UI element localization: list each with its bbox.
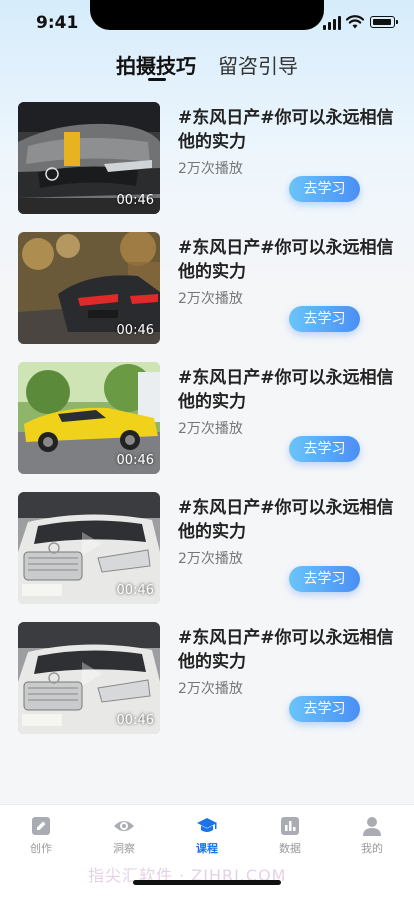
tabbar-item-mine[interactable]: 我的 [342,811,402,856]
video-title[interactable]: #东风日产#你可以永远相信他的实力 [178,496,400,544]
video-thumbnail[interactable]: 00:46 [18,102,160,214]
go-learn-button[interactable]: 去学习 [289,566,360,592]
video-card[interactable]: 00:46 #东风日产#你可以永远相信他的实力 2万次播放 去学习 [0,102,414,214]
video-duration: 00:46 [116,583,154,598]
go-learn-button[interactable]: 去学习 [289,176,360,202]
home-indicator [133,880,281,885]
video-duration: 00:46 [116,453,154,468]
battery-icon [370,16,398,28]
video-play-count: 2万次播放 [178,421,243,437]
eye-icon [114,821,134,831]
tab-active-indicator [148,78,166,81]
video-play-count: 2万次播放 [178,551,243,567]
chart-icon [281,817,299,835]
tab-shooting-tips[interactable]: 拍摄技巧 [116,50,196,79]
video-card[interactable]: 00:46 #东风日产#你可以永远相信他的实力 2万次播放 去学习 [0,622,414,734]
tab-lead-guidance[interactable]: 留咨引导 [218,50,298,79]
video-duration: 00:46 [116,713,154,728]
cellular-signal-icon [323,16,343,30]
video-play-count: 2万次播放 [178,681,243,697]
tabbar-item-create[interactable]: 创作 [11,811,71,856]
status-bar: 9:41 [0,0,414,48]
tabbar-label: 数据 [279,842,301,855]
video-title[interactable]: #东风日产#你可以永远相信他的实力 [178,366,400,414]
device-notch [90,0,324,30]
edit-icon [32,817,50,835]
video-card[interactable]: 00:46 #东风日产#你可以永远相信他的实力 2万次播放 去学习 [0,492,414,604]
video-title[interactable]: #东风日产#你可以永远相信他的实力 [178,626,400,674]
video-play-count: 2万次播放 [178,161,243,177]
status-time: 9:41 [36,13,79,33]
tabbar-item-course[interactable]: 课程 [177,811,237,856]
person-icon [363,817,381,836]
go-learn-button[interactable]: 去学习 [289,306,360,332]
tabbar-label: 洞察 [113,842,135,855]
top-tabs: 拍摄技巧 留咨引导 [0,48,414,88]
video-thumbnail[interactable]: 00:46 [18,362,160,474]
video-thumbnail[interactable]: 00:46 [18,232,160,344]
tabbar-label: 课程 [196,842,218,855]
wifi-icon [346,15,364,29]
tabbar-item-insight[interactable]: 洞察 [94,811,154,856]
video-thumbnail[interactable]: 00:46 [18,492,160,604]
video-duration: 00:46 [116,323,154,338]
video-title[interactable]: #东风日产#你可以永远相信他的实力 [178,236,400,284]
video-play-count: 2万次播放 [178,291,243,307]
video-thumbnail[interactable]: 00:46 [18,622,160,734]
go-learn-button[interactable]: 去学习 [289,696,360,722]
video-card[interactable]: 00:46 #东风日产#你可以永远相信他的实力 2万次播放 去学习 [0,232,414,344]
video-card[interactable]: 00:46 #东风日产#你可以永远相信他的实力 2万次播放 去学习 [0,362,414,474]
video-title[interactable]: #东风日产#你可以永远相信他的实力 [178,106,400,154]
tabbar-label: 我的 [361,842,383,855]
graduation-cap-icon [197,818,217,832]
video-duration: 00:46 [116,193,154,208]
tabbar-item-data[interactable]: 数据 [260,811,320,856]
go-learn-button[interactable]: 去学习 [289,436,360,462]
tabbar-label: 创作 [30,842,52,855]
